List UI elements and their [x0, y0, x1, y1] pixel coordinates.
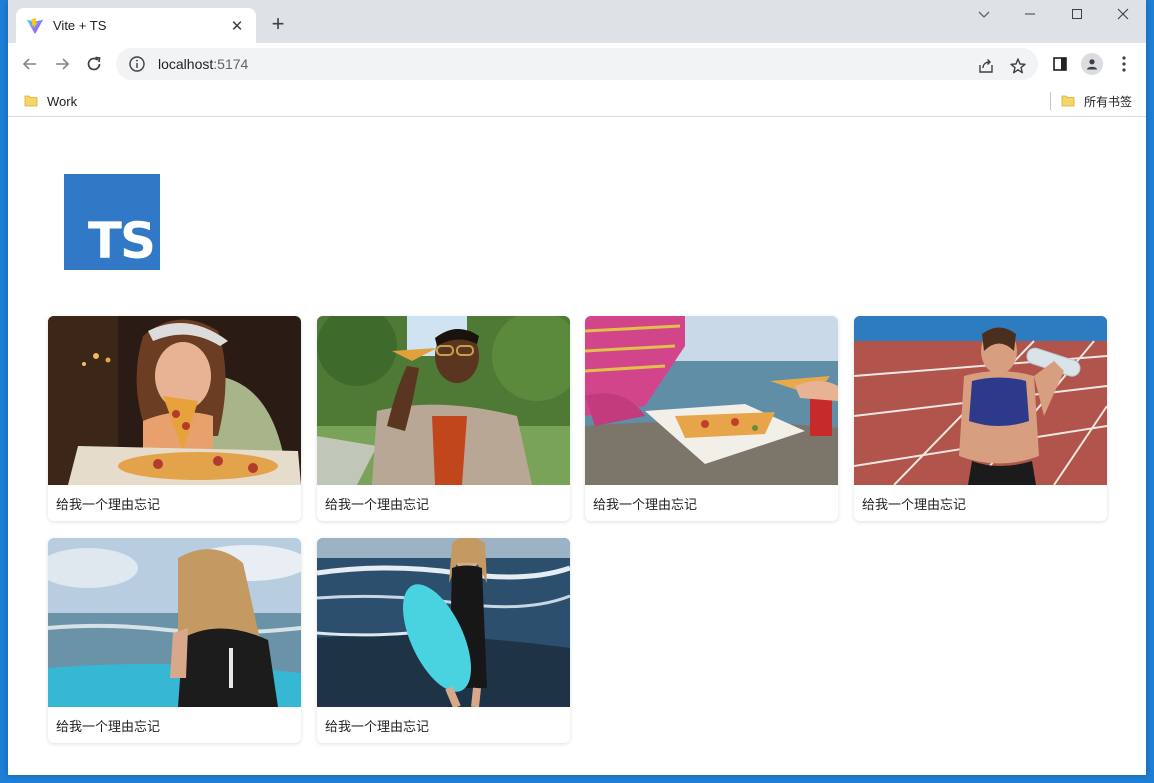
card-photo-woman-with-surfboard-beach [317, 538, 570, 707]
url-host: localhost [158, 56, 214, 72]
bookmark-folder-work[interactable]: Work [24, 91, 77, 111]
maximize-icon[interactable] [1054, 6, 1100, 26]
back-arrow-icon[interactable] [18, 52, 42, 76]
card-caption: 给我一个理由忘记 [56, 720, 161, 735]
card-photo-man-eating-pizza-outdoors [317, 316, 570, 485]
bookmark-label: 所有书签 [1084, 94, 1133, 109]
side-panel-icon[interactable] [1049, 53, 1071, 75]
forward-arrow-icon[interactable] [50, 52, 74, 76]
card-photo-pizza-box-by-sea [585, 316, 838, 485]
tab-vite-ts[interactable]: Vite + TS ✕ [16, 8, 256, 43]
tab-strip: Vite + TS ✕ + [8, 0, 1146, 43]
card-caption: 给我一个理由忘记 [325, 498, 430, 513]
browser-toolbar: localhost:5174 [8, 43, 1146, 85]
window-close-icon[interactable] [1100, 6, 1146, 26]
url-text: localhost:5174 [158, 56, 248, 72]
photo-card[interactable]: 给我一个理由忘记 [585, 316, 838, 521]
reload-icon[interactable] [82, 52, 106, 76]
card-caption: 给我一个理由忘记 [593, 498, 698, 513]
photo-card[interactable]: 给我一个理由忘记 [48, 316, 301, 521]
folder-icon [24, 95, 38, 107]
photo-card[interactable]: 给我一个理由忘记 [317, 316, 570, 521]
photo-card[interactable]: 给我一个理由忘记 [317, 538, 570, 743]
bookmark-folder-all[interactable]: 所有书签 [1061, 91, 1132, 111]
card-photo-woman-eating-pizza [48, 316, 301, 485]
menu-dots-icon[interactable] [1113, 53, 1135, 75]
photo-card[interactable]: 给我一个理由忘记 [48, 538, 301, 743]
avatar [1081, 53, 1103, 75]
card-photo-woman-with-surfboard-back [48, 538, 301, 707]
card-photo-woman-drinking-on-track [854, 316, 1107, 485]
card-caption: 给我一个理由忘记 [862, 498, 967, 513]
address-bar[interactable]: localhost:5174 [116, 48, 1038, 80]
new-tab-button[interactable]: + [266, 13, 290, 37]
folder-icon [1061, 95, 1075, 107]
vite-logo-icon [26, 17, 44, 34]
card-caption: 给我一个理由忘记 [56, 498, 161, 513]
minimize-icon[interactable] [1007, 6, 1053, 26]
close-tab-icon[interactable]: ✕ [228, 17, 246, 35]
page-content: TS 给我一个理由忘记 给我一个理由忘记 给我一个理由忘记 给我一个理由忘记 给… [8, 118, 1146, 775]
card-caption: 给我一个理由忘记 [325, 720, 430, 735]
bookmarks-divider [1050, 92, 1051, 110]
bookmark-star-icon[interactable] [1008, 56, 1028, 76]
share-icon[interactable] [976, 56, 996, 76]
bookmarks-bar: Work 所有书签 [8, 85, 1146, 117]
site-info-icon[interactable] [128, 55, 146, 73]
logo-text: TS [87, 212, 156, 270]
card-grid: 给我一个理由忘记 给我一个理由忘记 给我一个理由忘记 给我一个理由忘记 给我一个… [48, 316, 1107, 746]
profile-avatar-icon[interactable] [1081, 53, 1103, 75]
url-port: :5174 [213, 56, 249, 72]
browser-window: Vite + TS ✕ + localhost:5174 Work 所有书签 T… [8, 0, 1146, 775]
tab-title: Vite + TS [53, 18, 107, 33]
bookmark-label: Work [47, 93, 78, 109]
typescript-logo: TS [64, 174, 160, 270]
tab-search-icon[interactable] [961, 6, 1007, 26]
photo-card[interactable]: 给我一个理由忘记 [854, 316, 1107, 521]
